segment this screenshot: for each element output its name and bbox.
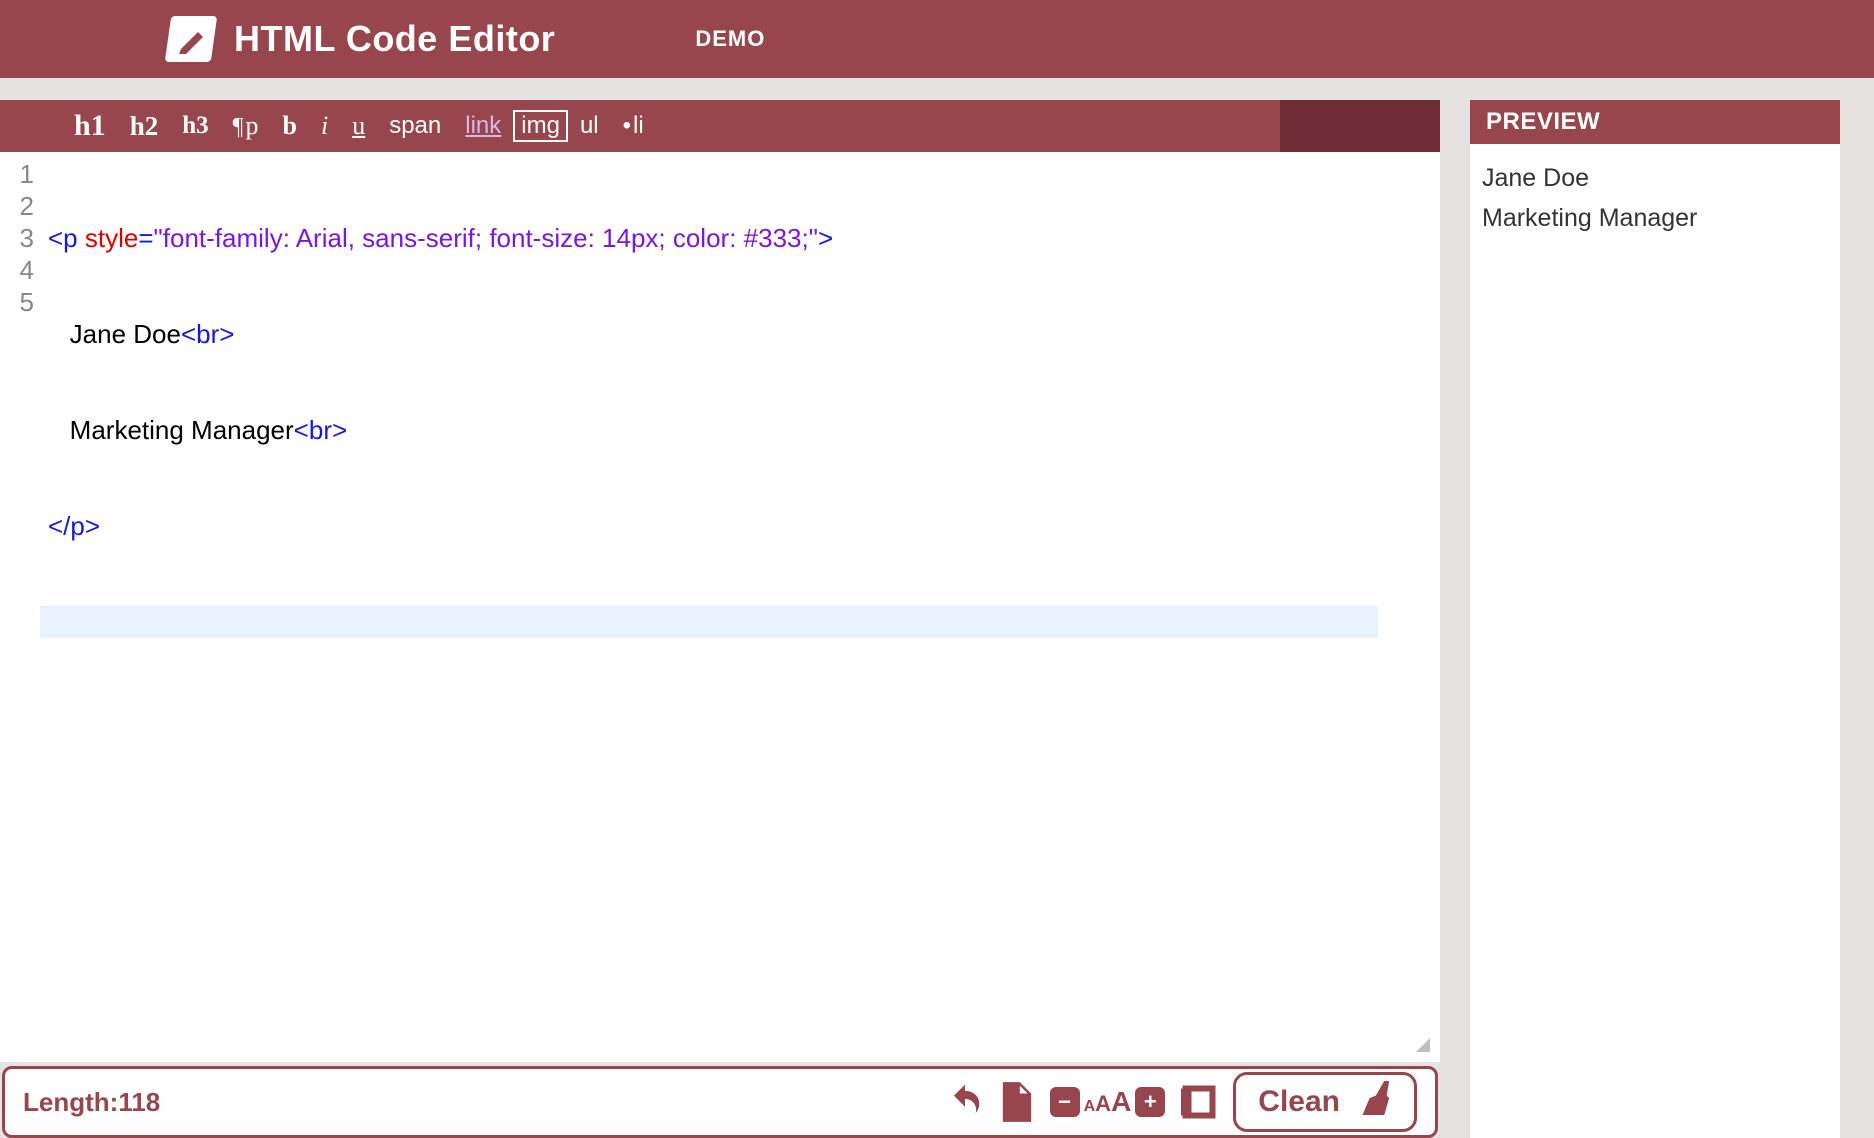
code-lines[interactable]: <p style="font-family: Arial, sans-serif… xyxy=(40,152,1440,1062)
code-line[interactable]: <p style="font-family: Arial, sans-serif… xyxy=(40,222,1440,254)
font-size-controls: − AAA + xyxy=(1050,1086,1166,1118)
code-token: <br> xyxy=(181,319,235,349)
decrease-font-button[interactable]: − xyxy=(1050,1087,1080,1117)
preview-line: Jane Doe xyxy=(1482,158,1828,198)
code-token xyxy=(48,319,70,349)
toolbar-bold-button[interactable]: b xyxy=(271,111,309,141)
preview-pane: PREVIEW Jane Doe Marketing Manager xyxy=(1470,100,1840,1138)
toolbar-span-button[interactable]: span xyxy=(377,112,453,140)
line-number: 2 xyxy=(0,190,34,222)
code-token: style xyxy=(85,223,138,253)
toolbar-ul-button[interactable]: ul xyxy=(568,112,611,140)
code-line[interactable]: Marketing Manager<br> xyxy=(40,414,1440,446)
code-token: </p> xyxy=(48,511,100,541)
editor-footer: Length: 118 − AAA + Clean xyxy=(2,1066,1438,1138)
code-token xyxy=(78,223,85,253)
font-size-icon: AAA xyxy=(1084,1086,1132,1118)
code-token: <br> xyxy=(294,415,348,445)
toolbar-h3-button[interactable]: h3 xyxy=(170,112,220,140)
line-number: 3 xyxy=(0,222,34,254)
toolbar-link-button[interactable]: link xyxy=(453,112,513,140)
logo-icon xyxy=(165,16,217,62)
code-token: "font-family: Arial, sans-serif; font-si… xyxy=(154,223,818,253)
code-token: Jane Doe xyxy=(70,319,181,349)
toolbar-right-panel[interactable] xyxy=(1280,100,1440,152)
code-token: <p xyxy=(48,223,78,253)
broom-icon xyxy=(1362,1081,1392,1123)
preview-line: Marketing Manager xyxy=(1482,198,1828,238)
code-editor[interactable]: 1 2 3 4 5 <p style="font-family: Arial, … xyxy=(0,152,1440,1062)
toolbar-h2-button[interactable]: h2 xyxy=(118,111,171,142)
line-number: 5 xyxy=(0,286,34,318)
toolbar-li-button[interactable]: li xyxy=(611,112,656,140)
undo-icon[interactable] xyxy=(946,1083,984,1121)
code-token xyxy=(48,415,70,445)
font-a-small: A xyxy=(1084,1098,1096,1115)
toolbar-paragraph-button[interactable]: p xyxy=(221,111,271,141)
clean-label: Clean xyxy=(1258,1085,1340,1119)
preview-body: Jane Doe Marketing Manager xyxy=(1470,144,1840,1138)
toolbar-h1-button[interactable]: h1 xyxy=(62,109,118,143)
code-line[interactable]: Jane Doe<br> xyxy=(40,318,1440,350)
editor-pane: h1 h2 h3 p b i u span link img ul li 1 2… xyxy=(0,100,1440,1138)
font-a-med: A xyxy=(1095,1091,1111,1116)
toolbar-underline-button[interactable]: u xyxy=(340,111,377,141)
length-value: 118 xyxy=(118,1087,160,1118)
line-number: 1 xyxy=(0,158,34,190)
code-token: = xyxy=(138,223,153,253)
code-line-active[interactable] xyxy=(40,606,1378,638)
editor-toolbar: h1 h2 h3 p b i u span link img ul li xyxy=(0,100,1440,152)
code-token: > xyxy=(818,223,833,253)
length-label: Length: xyxy=(23,1087,118,1118)
clean-button[interactable]: Clean xyxy=(1233,1072,1417,1132)
code-line[interactable]: </p> xyxy=(40,510,1440,542)
toolbar-img-button[interactable]: img xyxy=(513,110,568,142)
line-gutter: 1 2 3 4 5 xyxy=(0,152,40,1062)
app-header: HTML Code Editor DEMO xyxy=(0,0,1874,78)
preview-title: PREVIEW xyxy=(1470,100,1840,144)
new-file-icon[interactable] xyxy=(1000,1082,1034,1122)
increase-font-button[interactable]: + xyxy=(1135,1087,1165,1117)
length-indicator: Length: 118 xyxy=(23,1087,160,1118)
app-title: HTML Code Editor xyxy=(234,18,555,60)
resize-handle-icon[interactable] xyxy=(1416,1038,1430,1052)
toolbar-italic-button[interactable]: i xyxy=(309,111,340,141)
demo-label: DEMO xyxy=(695,26,765,52)
layout-toggle-icon[interactable] xyxy=(1181,1084,1217,1120)
code-token: Marketing Manager xyxy=(70,415,294,445)
font-a-large: A xyxy=(1111,1086,1131,1117)
line-number: 4 xyxy=(0,254,34,286)
